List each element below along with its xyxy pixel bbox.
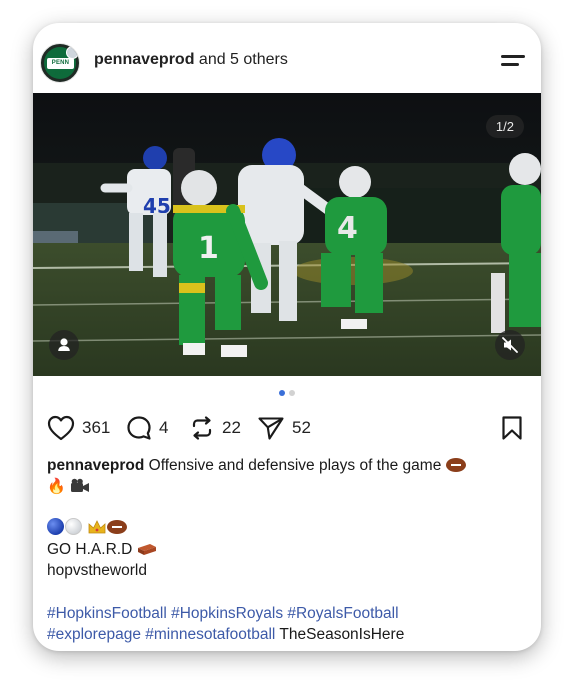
football-emoji: [107, 520, 128, 534]
white-circle-emoji: [65, 518, 82, 535]
blue-circle-emoji: [47, 518, 64, 535]
hashtags-line-2-tags[interactable]: #explorepage #minnesotafootball: [47, 626, 275, 643]
avatar-secondary: [66, 46, 79, 59]
post-card: PENN AVE pennaveprod and 5 others 45 1 4…: [33, 23, 541, 651]
avatar-logo: PENN AVE: [47, 58, 74, 77]
hashtags-line-2: #explorepage #minnesotafootball TheSeaso…: [47, 626, 404, 644]
svg-text:1: 1: [198, 231, 219, 266]
menu-line-bottom: [501, 63, 519, 66]
media-counter: 1/2: [485, 115, 524, 138]
hashtag-word-line: hopvstheworld: [47, 562, 147, 579]
repost-count: 22: [222, 418, 241, 437]
send-icon: [258, 417, 284, 440]
author-collab-text[interactable]: and 5 others: [194, 51, 288, 68]
avatar-logo-text: PENN AVE: [51, 60, 70, 77]
person-icon: [58, 338, 70, 351]
crown-emoji: [88, 520, 106, 534]
like-button[interactable]: 361: [47, 413, 110, 443]
muted-speaker-icon: [502, 337, 518, 353]
football-emoji: [445, 458, 466, 472]
hashtags-line-2-tail: TheSeasonIsHere: [275, 626, 405, 643]
heart-icon: [47, 415, 75, 441]
go-hard-text: GO H.A.R.D: [47, 541, 137, 558]
caption-username[interactable]: pennaveprod: [47, 457, 144, 474]
hashtags-line-1[interactable]: #HopkinsFootball #HopkinsRoyals #RoyalsF…: [47, 605, 399, 623]
save-button[interactable]: [500, 413, 524, 443]
repost-icon: [192, 416, 212, 440]
action-bar: 361 4 22 52: [47, 413, 527, 443]
menu-line-top: [501, 55, 525, 58]
like-count: 361: [82, 418, 111, 437]
fire-emoji: 🔥: [47, 478, 66, 495]
pagination-dot-active[interactable]: [279, 390, 285, 396]
avatar[interactable]: PENN AVE: [40, 43, 80, 83]
post-media[interactable]: 45 1 4 1/2: [33, 93, 541, 376]
post-caption: pennaveprod Offensive and defensive play…: [47, 455, 517, 497]
repost-button[interactable]: 22: [189, 413, 241, 443]
comment-bubble-icon: [127, 416, 151, 440]
caption-text: Offensive and defensive plays of the gam…: [144, 457, 446, 474]
svg-text:4: 4: [337, 211, 358, 246]
brick-emoji: [137, 544, 156, 555]
emoji-line: [47, 518, 128, 537]
author-line: pennaveprod and 5 others: [94, 51, 288, 69]
comment-count: 4: [159, 418, 169, 437]
bookmark-icon: [502, 416, 522, 440]
post-header: PENN AVE pennaveprod and 5 others: [33, 23, 541, 93]
comment-button[interactable]: 4: [126, 413, 168, 443]
go-hard-line: GO H.A.R.D: [47, 541, 157, 559]
mute-button[interactable]: [495, 330, 525, 360]
tagged-users-button[interactable]: [49, 330, 79, 360]
movie-camera-emoji: [71, 478, 89, 492]
share-count: 52: [292, 418, 311, 437]
menu-icon[interactable]: [501, 52, 527, 68]
football-photo: 45 1 4: [33, 93, 541, 376]
pagination-dot-inactive[interactable]: [289, 390, 295, 396]
pagination-dots: [33, 390, 541, 396]
share-button[interactable]: 52: [257, 413, 311, 443]
author-username[interactable]: pennaveprod: [94, 51, 194, 68]
